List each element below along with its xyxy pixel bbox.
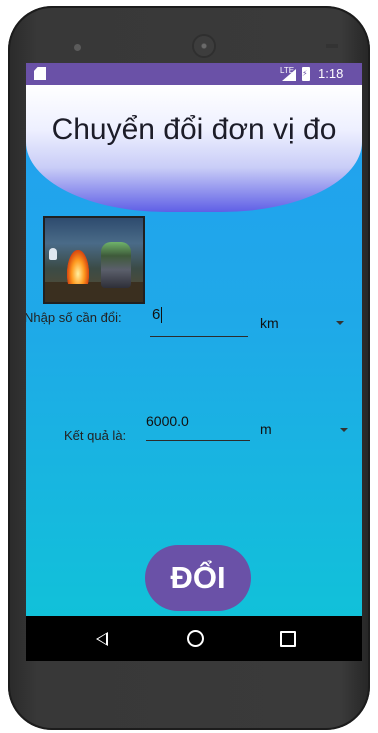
device-screen: LTE 1:18 Chuyển đổi đơn vị đo Nhập số cầ… bbox=[26, 63, 362, 661]
to-unit-spinner[interactable]: m bbox=[254, 413, 350, 443]
header-dome: Chuyển đổi đơn vị đo bbox=[26, 85, 362, 212]
proximity-sensor bbox=[326, 44, 338, 48]
result-field[interactable]: 6000.0 bbox=[146, 408, 250, 441]
chevron-down-icon bbox=[336, 321, 344, 325]
result-label: Kết quả là: bbox=[64, 428, 127, 443]
earpiece-speaker bbox=[194, 36, 214, 56]
from-unit-value: km bbox=[260, 315, 279, 331]
image-fire bbox=[67, 250, 89, 284]
front-camera bbox=[74, 44, 81, 51]
navigation-bar bbox=[26, 616, 362, 661]
campfire-knight-image bbox=[43, 216, 145, 304]
page-title: Chuyển đổi đơn vị đo bbox=[51, 113, 337, 146]
app-content: Chuyển đổi đơn vị đo Nhập số cần đổi: 6 … bbox=[26, 85, 362, 616]
number-input-value: 6 bbox=[152, 306, 163, 324]
image-figure bbox=[101, 242, 131, 288]
input-value-text: 6 bbox=[152, 306, 161, 323]
number-input[interactable]: 6 bbox=[150, 303, 248, 337]
result-value: 6000.0 bbox=[146, 413, 189, 429]
image-ghost bbox=[49, 248, 57, 260]
recents-icon[interactable] bbox=[280, 631, 296, 647]
chevron-down-icon bbox=[340, 428, 348, 432]
home-icon[interactable] bbox=[187, 630, 204, 647]
convert-button[interactable]: ĐỔI bbox=[145, 545, 251, 611]
text-caret bbox=[161, 307, 163, 324]
to-unit-value: m bbox=[260, 421, 272, 437]
input-label: Nhập số cần đổi: bbox=[26, 310, 122, 325]
battery-charging-icon bbox=[302, 67, 310, 81]
status-bar: LTE 1:18 bbox=[26, 63, 362, 85]
sd-card-icon bbox=[34, 67, 46, 80]
back-icon[interactable] bbox=[96, 632, 108, 646]
from-unit-spinner[interactable]: km bbox=[254, 307, 350, 337]
status-clock: 1:18 bbox=[318, 66, 344, 81]
